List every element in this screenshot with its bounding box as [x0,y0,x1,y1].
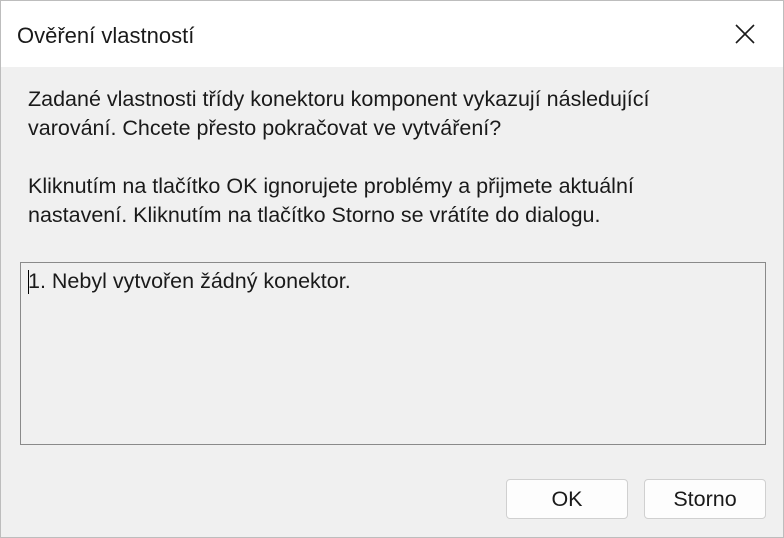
warning-item: 1. Nebyl vytvořen žádný konektor. [28,269,351,293]
cancel-button[interactable]: Storno [644,479,766,519]
instruction-line: Kliknutím na tlačítko OK ignorujete prob… [28,174,634,198]
message-text: Zadané vlastnosti třídy konektoru kompon… [28,85,768,143]
dialog-window: Ověření vlastností Zadané vlastnosti tří… [0,0,784,538]
warnings-textbox[interactable]: 1. Nebyl vytvořen žádný konektor. [20,262,766,445]
ok-button[interactable]: OK [506,479,628,519]
message-line: varování. Chcete přesto pokračovat ve vy… [28,116,502,140]
close-button[interactable] [707,1,783,67]
message-line: Zadané vlastnosti třídy konektoru kompon… [28,87,650,111]
instruction-text: Kliknutím na tlačítko OK ignorujete prob… [28,172,634,230]
dialog-title: Ověření vlastností [17,23,195,48]
title-bar: Ověření vlastností [1,1,783,67]
close-icon [735,24,755,44]
instruction-line: nastavení. Kliknutím na tlačítko Storno … [28,203,601,227]
